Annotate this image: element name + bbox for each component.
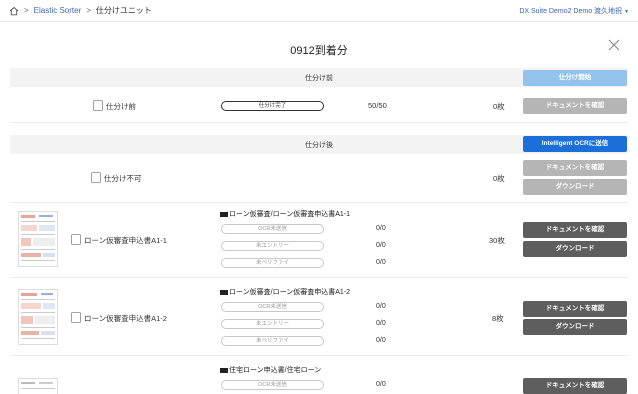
group-count: 8枚 bbox=[492, 314, 504, 323]
chevron-down-icon: ▼ bbox=[624, 9, 629, 15]
sort-progress: 50/50 bbox=[368, 101, 387, 110]
home-icon[interactable] bbox=[9, 6, 19, 16]
document-icon bbox=[93, 100, 103, 111]
account-label: DX Suite Demo2 Demo 渡久地祝 bbox=[519, 8, 623, 15]
page-title: 0912到着分 bbox=[290, 45, 348, 57]
group-download-button[interactable]: ダウンロード bbox=[523, 241, 627, 257]
verify-status-value: 0/0 bbox=[376, 337, 386, 344]
before-sort-count: 0枚 bbox=[493, 102, 505, 111]
document-thumbnail[interactable] bbox=[18, 378, 58, 394]
group-category: ローン仮審査/ローン仮審査申込書A1-2 bbox=[220, 287, 350, 297]
document-thumbnail[interactable] bbox=[18, 211, 58, 267]
breadcrumb: > Elastic Sorter > 仕分けユニット bbox=[9, 5, 152, 16]
before-sort-label: 仕分け前 bbox=[106, 102, 136, 111]
verify-status-pill: 未ベリファイ bbox=[221, 258, 324, 268]
entry-status-value: 0/0 bbox=[376, 242, 386, 249]
divider bbox=[10, 277, 628, 278]
unclassified-check-button[interactable]: ドキュメントを確認 bbox=[523, 160, 627, 176]
breadcrumb-item-current: 仕分けユニット bbox=[95, 6, 152, 15]
account-menu[interactable]: DX Suite Demo2 Demo 渡久地祝 ▼ bbox=[519, 6, 629, 16]
unclassified-download-button[interactable]: ダウンロード bbox=[523, 179, 627, 195]
divider bbox=[10, 202, 628, 203]
verify-status-value: 0/0 bbox=[376, 259, 386, 266]
document-preview-image bbox=[21, 293, 55, 339]
group-check-button[interactable]: ドキュメントを確認 bbox=[523, 222, 627, 238]
category-badge-icon bbox=[220, 211, 228, 217]
divider bbox=[10, 355, 628, 356]
ocr-status-value: 0/0 bbox=[376, 225, 386, 232]
category-badge-icon bbox=[220, 289, 228, 295]
group-count: 30枚 bbox=[489, 236, 505, 245]
document-preview-image bbox=[21, 215, 55, 261]
ocr-status-pill: OCR未送信 bbox=[221, 380, 324, 390]
group-category-label: 住宅ローン申込書/住宅ローン bbox=[229, 367, 322, 374]
entry-status-pill: 未エントリー bbox=[221, 319, 324, 329]
send-to-ocr-button[interactable]: Intelligent OCRに送信 bbox=[523, 136, 627, 152]
group-category-label: ローン仮審査/ローン仮審査申込書A1-2 bbox=[229, 289, 351, 296]
document-icon bbox=[91, 172, 101, 183]
entry-status-pill: 未エントリー bbox=[221, 241, 324, 251]
group-download-button[interactable]: ダウンロード bbox=[523, 319, 627, 335]
sort-complete-pill: 仕分け完了 bbox=[221, 101, 324, 111]
breadcrumb-item-elastic-sorter[interactable]: Elastic Sorter bbox=[34, 6, 82, 15]
verify-status-pill: 未ベリファイ bbox=[221, 336, 324, 346]
document-thumbnail[interactable] bbox=[18, 289, 58, 345]
ocr-status-pill: OCR未送信 bbox=[221, 224, 324, 234]
before-check-button[interactable]: ドキュメントを確認 bbox=[523, 98, 627, 114]
start-sort-button[interactable]: 仕分け開始 bbox=[523, 70, 627, 86]
group-category: ローン仮審査/ローン仮審査申込書A1-1 bbox=[220, 209, 350, 219]
ocr-status-value: 0/0 bbox=[376, 381, 386, 388]
document-icon bbox=[71, 234, 81, 245]
top-bar: > Elastic Sorter > 仕分けユニット DX Suite Demo… bbox=[0, 0, 638, 22]
unclassified-label: 仕分け不可 bbox=[104, 174, 142, 183]
document-preview-image bbox=[21, 382, 55, 389]
group-label: ローン仮審査申込書A1-2 bbox=[84, 314, 167, 323]
group-category-label: ローン仮審査/ローン仮審査申込書A1-1 bbox=[229, 211, 351, 218]
breadcrumb-separator: > bbox=[24, 6, 29, 15]
entry-status-value: 0/0 bbox=[376, 320, 386, 327]
ocr-status-pill: OCR未送信 bbox=[221, 302, 324, 312]
divider bbox=[10, 122, 628, 123]
group-label: ローン仮審査申込書A1-1 bbox=[84, 236, 167, 245]
breadcrumb-separator: > bbox=[86, 6, 91, 15]
close-icon[interactable] bbox=[607, 38, 621, 52]
group-check-button[interactable]: ドキュメントを確認 bbox=[523, 378, 627, 394]
unclassified-count: 0枚 bbox=[493, 174, 505, 183]
category-badge-icon bbox=[220, 367, 228, 373]
ocr-status-value: 0/0 bbox=[376, 303, 386, 310]
document-icon bbox=[71, 312, 81, 323]
group-category: 住宅ローン申込書/住宅ローン bbox=[220, 365, 321, 375]
group-check-button[interactable]: ドキュメントを確認 bbox=[523, 301, 627, 317]
